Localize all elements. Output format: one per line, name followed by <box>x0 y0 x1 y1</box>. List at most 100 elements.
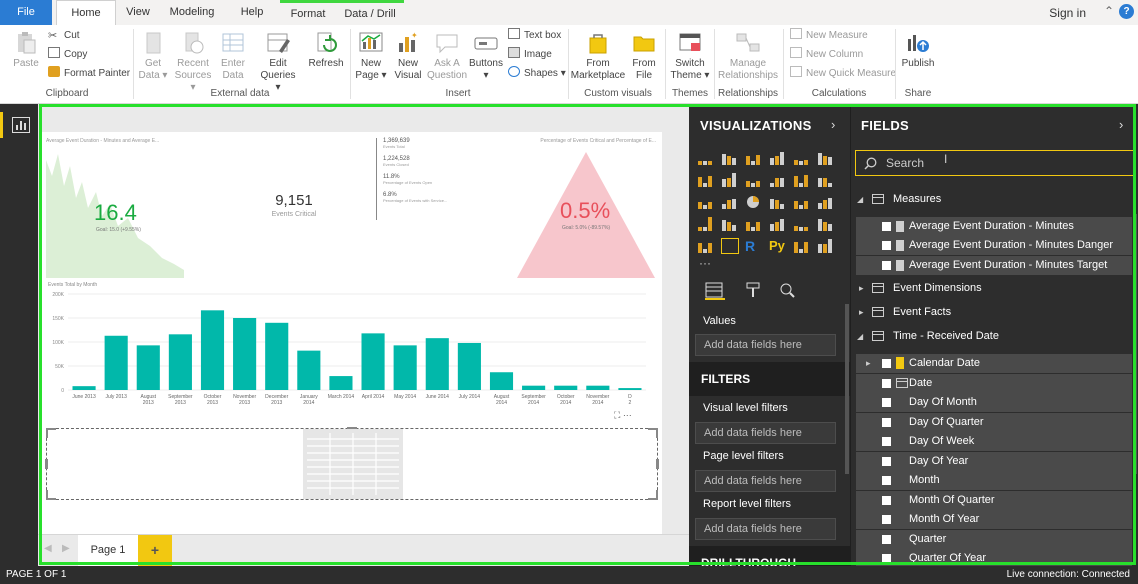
page-tab-page-1[interactable]: Page 1 <box>78 535 138 566</box>
field-checkbox[interactable] <box>882 534 891 544</box>
visual-type-icon[interactable] <box>769 194 787 210</box>
field-item[interactable]: Average Event Duration - Minutes <box>856 217 1132 236</box>
visual-type-icon[interactable]: Py <box>769 238 787 254</box>
visual-level-filters-well[interactable]: Add data fields here <box>695 422 836 444</box>
shapes-button[interactable]: Shapes ▾ <box>508 66 566 82</box>
field-item[interactable]: Date <box>856 373 1132 393</box>
field-checkbox[interactable] <box>882 515 891 524</box>
buttons-button[interactable]: Buttons ▾ <box>468 31 504 82</box>
field-group-time-received-date[interactable]: ◢ Time - Received Date <box>857 327 1127 346</box>
visual-type-icon[interactable] <box>745 216 763 232</box>
visual-type-icon[interactable] <box>721 194 739 210</box>
help-icon[interactable]: ? <box>1119 4 1134 19</box>
from-file-button[interactable]: From File <box>628 31 660 82</box>
copy-button[interactable]: Copy <box>48 47 87 63</box>
field-item[interactable]: Average Event Duration - Minutes Danger <box>856 236 1132 255</box>
visual-type-icon[interactable]: R <box>745 238 763 254</box>
resize-handle[interactable] <box>46 490 56 500</box>
ask-question-button[interactable]: Ask A Question <box>427 31 467 82</box>
visual-type-icon[interactable] <box>697 172 715 188</box>
resize-handle[interactable] <box>45 459 48 469</box>
field-checkbox[interactable] <box>882 456 891 466</box>
field-checkbox[interactable] <box>882 222 891 231</box>
tab-home[interactable]: Home <box>56 0 116 25</box>
scroll-left-icon[interactable]: ◀ <box>44 543 52 554</box>
format-painter-button[interactable]: Format Painter <box>48 66 130 82</box>
new-visual-button[interactable]: ✦ New Visual <box>391 31 425 82</box>
visual-type-icon[interactable] <box>721 172 739 188</box>
visual-type-icon[interactable] <box>697 238 715 254</box>
search-input[interactable]: Search <box>886 156 924 170</box>
tab-format[interactable]: Format <box>280 0 336 25</box>
field-item[interactable]: Month Of Year <box>856 510 1132 529</box>
visual-type-icon[interactable] <box>721 238 739 254</box>
values-well[interactable]: Add data fields here <box>695 334 836 356</box>
page-level-filters-well[interactable]: Add data fields here <box>695 470 836 492</box>
field-group-event-facts[interactable]: ▸ Event Facts <box>857 303 1127 322</box>
field-checkbox[interactable] <box>882 417 891 427</box>
table-visual[interactable] <box>45 427 659 500</box>
field-checkbox[interactable] <box>882 261 891 270</box>
field-item[interactable]: Day Of Quarter <box>856 412 1132 432</box>
collapse-visualizations-icon[interactable]: › <box>831 117 835 132</box>
visual-type-icon[interactable] <box>721 216 739 232</box>
enter-data-button[interactable]: Enter Data <box>216 31 250 82</box>
new-page-button[interactable]: New Page ▾ <box>353 31 389 82</box>
collapse-fields-icon[interactable]: › <box>1119 117 1123 132</box>
tab-file[interactable]: File <box>0 0 52 25</box>
add-page-button[interactable]: + <box>138 535 172 566</box>
field-checkbox[interactable] <box>882 378 891 388</box>
tab-view[interactable]: View <box>118 0 158 25</box>
report-canvas[interactable]: Average Event Duration - Minutes and Ave… <box>38 104 689 534</box>
field-checkbox[interactable] <box>882 241 891 250</box>
resize-handle[interactable] <box>656 459 659 469</box>
kpi-visual[interactable]: Average Event Duration - Minutes and Ave… <box>46 136 186 278</box>
field-item[interactable]: Month <box>856 471 1132 490</box>
sign-in-link[interactable]: Sign in <box>1049 6 1086 20</box>
tab-modeling[interactable]: Modeling <box>164 0 220 25</box>
new-measure-button[interactable]: New Measure <box>790 28 868 44</box>
visual-type-icon[interactable] <box>697 194 715 210</box>
refresh-button[interactable]: Refresh <box>306 31 346 70</box>
visual-type-icon[interactable] <box>793 150 811 166</box>
visual-type-icon[interactable] <box>817 150 835 166</box>
visual-type-icon[interactable] <box>817 172 835 188</box>
field-checkbox[interactable] <box>882 495 891 505</box>
field-checkbox[interactable] <box>882 437 891 446</box>
visual-type-icon[interactable] <box>697 216 715 232</box>
collapse-ribbon-icon[interactable]: ⌃ <box>1104 4 1114 18</box>
field-group-measures[interactable]: ◢ Measures <box>857 190 1127 209</box>
field-checkbox[interactable] <box>882 398 891 407</box>
visual-type-icon[interactable] <box>745 194 763 210</box>
text-box-button[interactable]: Text box <box>508 28 561 44</box>
new-column-button[interactable]: New Column <box>790 47 863 63</box>
manage-relationships-button[interactable]: Manage Relationships <box>717 31 779 82</box>
visual-type-icon[interactable] <box>817 194 835 210</box>
resize-handle[interactable] <box>46 428 56 438</box>
format-paint-roller-icon[interactable] <box>745 282 763 300</box>
report-page[interactable]: Average Event Duration - Minutes and Ave… <box>42 132 662 534</box>
fields-scrollbar[interactable] <box>1133 214 1137 474</box>
field-item[interactable]: Month Of Quarter <box>856 490 1132 510</box>
new-quick-measure-button[interactable]: New Quick Measure <box>790 66 896 82</box>
visual-type-icon[interactable] <box>817 238 835 254</box>
visual-type-icon[interactable] <box>817 216 835 232</box>
visual-type-icon[interactable] <box>769 150 787 166</box>
fields-tab-icon[interactable] <box>705 282 725 300</box>
more-visuals-icon[interactable]: ··· <box>699 256 711 270</box>
cut-button[interactable]: ✂ Cut <box>48 28 80 44</box>
field-item[interactable]: Quarter Of Year <box>856 549 1132 566</box>
visual-type-icon[interactable] <box>697 150 715 166</box>
field-group-event-dimensions[interactable]: ▸ Event Dimensions <box>857 279 1127 298</box>
visual-type-icon[interactable] <box>745 172 763 188</box>
multi-row-card[interactable]: 1,369,639 Events Total 1,224,528 Events … <box>376 138 504 220</box>
image-button[interactable]: Image <box>508 47 552 63</box>
report-level-filters-well[interactable]: Add data fields here <box>695 518 836 540</box>
field-checkbox[interactable] <box>882 476 891 485</box>
field-item[interactable]: Day Of Month <box>856 393 1132 412</box>
visual-type-icon[interactable] <box>745 150 763 166</box>
analytics-magnifier-icon[interactable] <box>779 282 797 300</box>
visual-type-icon[interactable] <box>769 172 787 188</box>
publish-button[interactable]: Publish <box>898 31 938 70</box>
resize-handle[interactable] <box>648 490 658 500</box>
